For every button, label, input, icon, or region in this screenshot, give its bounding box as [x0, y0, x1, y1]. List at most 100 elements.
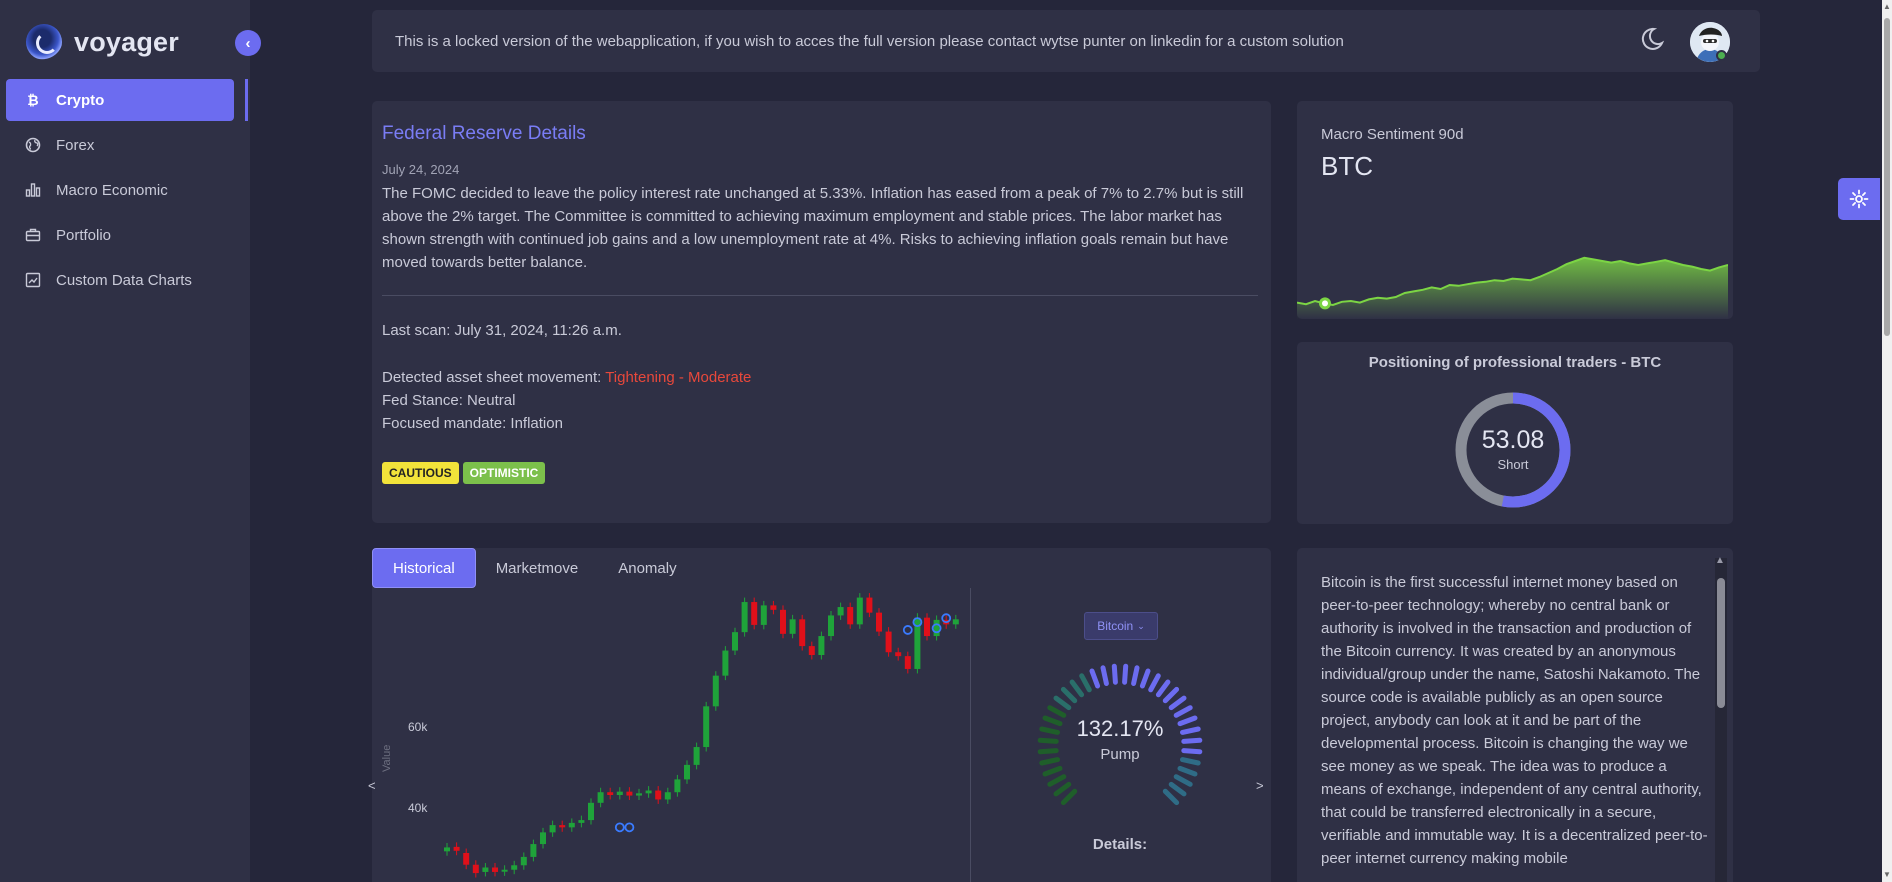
fed-date: July 24, 2024	[382, 162, 460, 177]
candle	[732, 632, 738, 651]
sidebar-nav: ₿ Crypto Forex Macro Economic Portfolio	[6, 79, 250, 304]
candle	[952, 619, 959, 625]
candle	[876, 612, 882, 632]
sidebar-item-portfolio[interactable]: Portfolio	[6, 214, 234, 256]
y-axis-label: Value	[381, 745, 393, 772]
candle	[751, 602, 758, 625]
optimistic-badge: OPTIMISTIC	[462, 462, 546, 484]
gear-icon	[1849, 189, 1869, 209]
candle	[741, 602, 748, 633]
sidebar-item-macro-economic[interactable]: Macro Economic	[6, 169, 234, 211]
gauge-tick	[1053, 781, 1072, 797]
gauge-tick	[1168, 781, 1187, 797]
briefcase-icon	[24, 226, 42, 244]
candle	[712, 675, 719, 707]
sentiment-asset: BTC	[1321, 151, 1373, 181]
details-label: Details:	[1092, 836, 1148, 853]
candle	[818, 636, 825, 656]
sidebar-item-label: Crypto	[56, 91, 105, 109]
settings-button[interactable]	[1838, 178, 1880, 220]
bitcoin-icon: ₿	[27, 92, 39, 108]
candle	[760, 605, 767, 625]
movement-value: Tightening - Moderate	[605, 369, 752, 386]
next-arrow[interactable]: >	[1256, 778, 1264, 793]
sidebar-item-label: Portfolio	[56, 226, 112, 244]
sidebar-item-crypto[interactable]: ₿ Crypto	[6, 79, 234, 121]
asset-description-card: Bitcoin is the first successful internet…	[1297, 548, 1733, 882]
candle	[722, 650, 729, 676]
candle	[770, 605, 777, 610]
logo[interactable]: voyager	[26, 24, 179, 60]
sidebar-item-label: Custom Data Charts	[56, 271, 192, 289]
chevron-down-icon: ⌄	[1137, 620, 1145, 631]
scroll-up-icon[interactable]: ▲	[1883, 2, 1891, 11]
dark-mode-toggle-icon[interactable]	[1636, 24, 1666, 54]
gauge-tick	[1168, 695, 1187, 711]
description-scrollbar-thumb[interactable]	[1717, 578, 1725, 708]
sentiment-marker-center	[1322, 300, 1328, 307]
sidebar-item-custom-data-charts[interactable]: Custom Data Charts	[6, 259, 234, 301]
candle	[540, 832, 546, 845]
candle	[511, 865, 518, 870]
gauge-tick	[1122, 663, 1129, 685]
focused-mandate: Focused mandate: Inflation	[382, 415, 563, 432]
sentiment-sparkline	[1297, 256, 1728, 319]
gauge-tick	[1047, 705, 1067, 718]
positioning-value: 53.08	[1481, 426, 1545, 454]
candle	[808, 646, 815, 656]
candle	[472, 864, 479, 874]
divider	[382, 295, 1258, 296]
candle	[866, 597, 873, 613]
candle	[636, 793, 642, 796]
gauge-sub: Pump	[1100, 746, 1140, 763]
candle	[482, 867, 489, 872]
coin-select[interactable]: Bitcoin ⌄	[1084, 612, 1158, 640]
chevron-left-icon: ‹	[245, 34, 251, 52]
movement-label: Detected asset sheet movement:	[382, 369, 606, 386]
candle	[607, 792, 614, 795]
tab-anomaly[interactable]: Anomaly	[598, 548, 696, 588]
sentiment-area	[1297, 257, 1728, 319]
gauge-tick	[1100, 665, 1109, 686]
collapse-sidebar-button[interactable]: ‹	[235, 30, 261, 56]
bar-chart-icon	[24, 181, 42, 199]
positioning-title: Positioning of professional traders - BT…	[1368, 354, 1662, 371]
divider	[970, 588, 971, 882]
sidebar-item-forex[interactable]: Forex	[6, 124, 234, 166]
page-scrollbar-thumb[interactable]	[1884, 18, 1890, 336]
chart-tabs: Historical Marketmove Anomaly	[372, 548, 697, 588]
gauge-tick	[1162, 686, 1180, 704]
anomaly-marker	[624, 822, 635, 833]
candle	[597, 792, 604, 803]
gauge-tick	[1047, 774, 1067, 787]
candle	[895, 652, 902, 657]
positioning-sub: Short	[1497, 457, 1529, 472]
y-tick-label: 60k	[408, 720, 428, 734]
sentiment-badges: CAUTIOUS OPTIMISTIC	[382, 462, 546, 484]
globe-icon	[24, 136, 42, 154]
candle	[616, 791, 623, 795]
candle	[492, 867, 498, 872]
gauge-tick	[1173, 774, 1193, 787]
gauge-tick	[1139, 668, 1151, 689]
macro-sentiment-card: Macro Sentiment 90d BTC	[1297, 101, 1733, 319]
scroll-up-icon[interactable]: ▲	[1715, 555, 1725, 566]
gauge-tick	[1173, 705, 1193, 718]
fed-title: Federal Reserve Details	[382, 123, 586, 144]
candle	[780, 609, 786, 634]
scroll-down-icon[interactable]: ▼	[1883, 870, 1891, 879]
y-tick-label: 40k	[408, 801, 428, 815]
last-scan: Last scan: July 31, 2024, 11:26 a.m.	[382, 322, 622, 339]
sidebar-item-label: Forex	[56, 136, 95, 154]
anomaly-marker	[902, 625, 913, 635]
previous-arrow[interactable]: <	[368, 778, 376, 793]
candle	[520, 856, 527, 866]
tab-marketmove[interactable]: Marketmove	[476, 548, 599, 588]
line-chart-icon	[24, 271, 42, 289]
gauge-value: 132.17%	[1076, 716, 1164, 741]
gauge-tick	[1111, 663, 1118, 685]
candle	[837, 607, 844, 616]
gauge-tick	[1060, 686, 1078, 704]
gauge-tick	[1089, 668, 1101, 689]
tab-historical[interactable]: Historical	[372, 548, 476, 588]
